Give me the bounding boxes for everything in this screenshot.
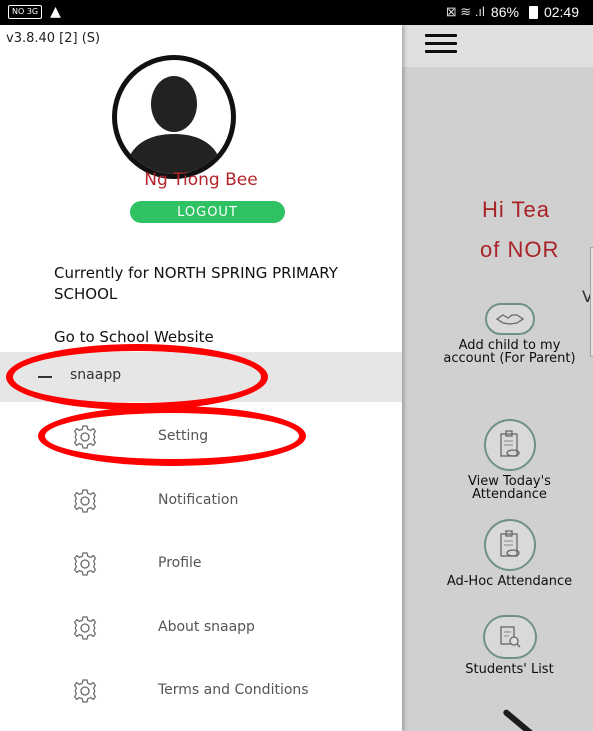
status-bar: NO 3G ▲ ⊠ ≋ .ıl 86% 02:49 bbox=[0, 0, 593, 25]
gear-icon bbox=[73, 425, 97, 449]
avatar bbox=[112, 55, 236, 179]
collapse-dash-icon bbox=[38, 376, 52, 378]
snaapp-group-header[interactable]: snaapp bbox=[0, 352, 402, 402]
clipboard-eye-icon bbox=[483, 419, 536, 471]
current-school-text: Currently for NORTH SPRING PRIMARY SCHOO… bbox=[54, 264, 338, 303]
menu-label: About snaapp bbox=[158, 619, 255, 635]
group-label: snaapp bbox=[70, 367, 122, 383]
gear-icon bbox=[73, 489, 97, 513]
feature-label: View Today's Attendance bbox=[468, 474, 551, 502]
clipboard-eye-icon bbox=[483, 519, 536, 571]
signal-icon: ⊠ ≋ .ıl bbox=[445, 4, 485, 19]
gear-icon bbox=[73, 552, 97, 576]
menu-hamburger-icon[interactable] bbox=[425, 34, 457, 56]
app-version: v3.8.40 [2] (S) bbox=[6, 31, 101, 46]
school-website-link[interactable]: Go to School Website bbox=[54, 328, 214, 346]
user-name: Ng Tiong Bee bbox=[144, 170, 258, 190]
status-right: ⊠ ≋ .ıl 86% 02:49 bbox=[446, 4, 579, 20]
feature-adhoc-attendance[interactable]: Ad-Hoc Attendance bbox=[432, 519, 587, 588]
feature-label: Add child to my account (For Parent) bbox=[443, 338, 576, 366]
navigation-drawer: v3.8.40 [2] (S) Ng Tiong Bee LOGOUT Curr… bbox=[0, 25, 402, 731]
pen-illustration bbox=[502, 708, 552, 731]
document-search-icon bbox=[482, 615, 537, 659]
greeting-line-1: Hi Tea bbox=[482, 197, 550, 222]
warning-icon: ▲ bbox=[50, 4, 61, 20]
menu-label: Notification bbox=[158, 492, 239, 508]
network-badge: NO 3G bbox=[8, 5, 43, 19]
menu-item-about[interactable]: About snaapp bbox=[0, 601, 402, 655]
gear-icon bbox=[73, 679, 97, 703]
battery-percent: 86% bbox=[490, 4, 519, 20]
menu-item-terms[interactable]: Terms and Conditions bbox=[0, 664, 402, 718]
status-left: NO 3G ▲ bbox=[8, 4, 61, 20]
app-topbar bbox=[402, 25, 593, 67]
home-screen: Hi Tea of NOR V Add child to my account … bbox=[402, 25, 593, 731]
feature-view-attendance[interactable]: View Today's Attendance bbox=[432, 419, 587, 501]
feature-students-list[interactable]: Students' List bbox=[432, 615, 587, 676]
feature-add-child[interactable]: Add child to my account (For Parent) bbox=[432, 303, 587, 365]
menu-label: Setting bbox=[158, 428, 209, 444]
menu-label: Terms and Conditions bbox=[158, 682, 309, 698]
clock: 02:49 bbox=[543, 4, 579, 20]
greeting-line-2: of NOR bbox=[480, 237, 560, 262]
menu-item-notification[interactable]: Notification bbox=[0, 474, 402, 528]
feature-label: Ad-Hoc Attendance bbox=[446, 574, 573, 589]
gear-icon bbox=[73, 616, 97, 640]
feature-label: Students' List bbox=[465, 662, 554, 677]
menu-label: Profile bbox=[158, 555, 202, 571]
battery-icon bbox=[528, 5, 538, 19]
menu-item-setting[interactable]: Setting bbox=[0, 410, 402, 464]
home-body: Hi Tea of NOR V Add child to my account … bbox=[402, 67, 593, 731]
handshake-icon bbox=[484, 303, 535, 335]
person-silhouette-icon bbox=[125, 76, 223, 174]
menu-item-profile[interactable]: Profile bbox=[0, 537, 402, 591]
logout-button[interactable]: LOGOUT bbox=[130, 201, 285, 223]
